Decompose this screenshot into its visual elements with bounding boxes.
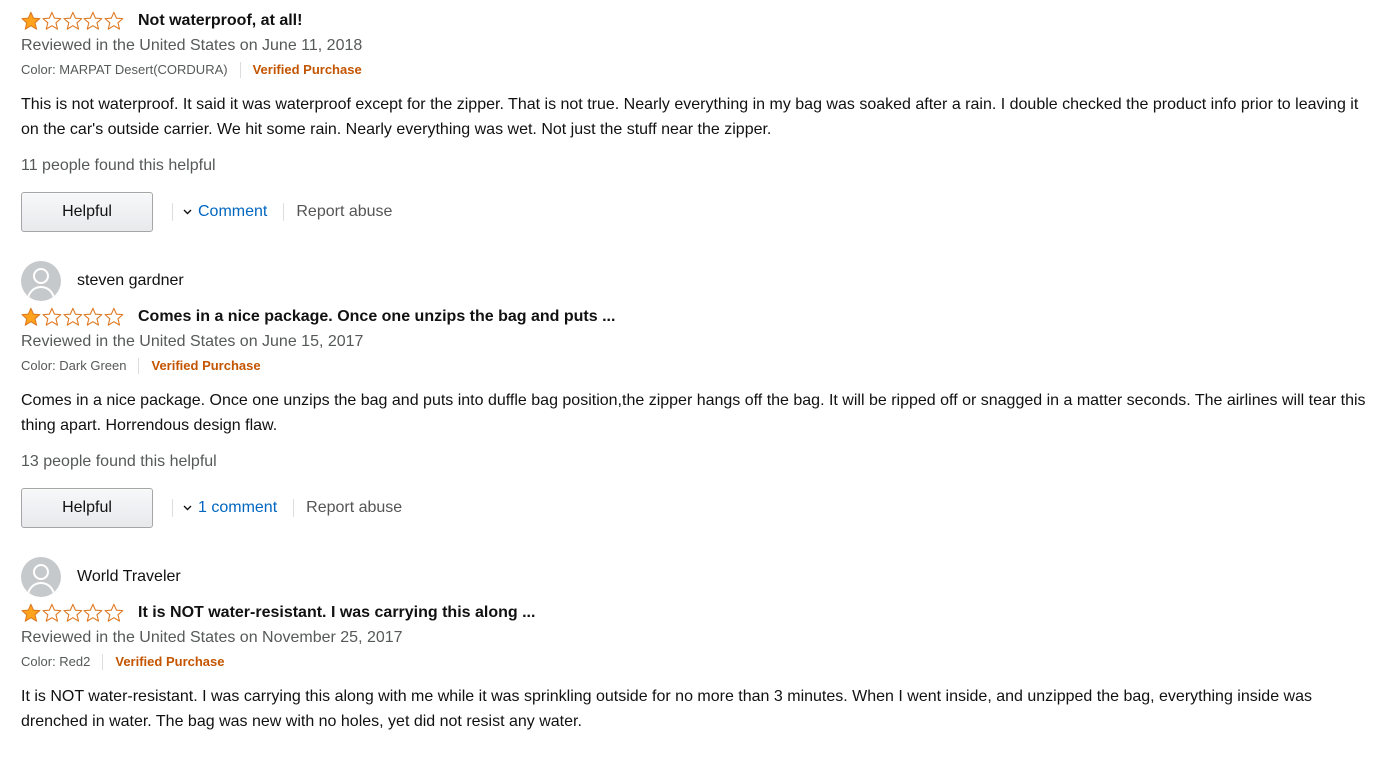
helpful-count: 11 people found this helpful: [21, 157, 216, 174]
review-meta: Color: MARPAT Desert(CORDURA) Verified P…: [21, 61, 1366, 79]
verified-purchase-badge: Verified Purchase: [115, 654, 225, 669]
review-date: Reviewed in the United States on Novembe…: [21, 629, 403, 646]
color-variant-link[interactable]: Color: MARPAT Desert(CORDURA): [21, 61, 228, 79]
star-empty-icon: [63, 11, 82, 30]
review-item: Not waterproof, at all! Reviewed in the …: [21, 0, 1366, 232]
review-item: World Traveler It is NOT water-resistant…: [21, 557, 1366, 734]
star-empty-icon: [83, 11, 103, 30]
review-title-link[interactable]: Comes in a nice package. Once one unzips…: [138, 308, 615, 326]
star-empty-icon: [63, 603, 82, 622]
review-body: This is not waterproof. It said it was w…: [21, 96, 1359, 138]
reviewer-name[interactable]: steven gardner: [77, 272, 184, 290]
helpful-count: 13 people found this helpful: [21, 453, 217, 470]
comment-link-label: 1 comment: [198, 499, 278, 516]
star-rating[interactable]: [21, 603, 125, 623]
review-item: steven gardner Comes in a nice package. …: [21, 261, 1366, 528]
star-rating[interactable]: [21, 11, 125, 31]
action-divider: [172, 499, 173, 517]
color-variant-link[interactable]: Color: Dark Green: [21, 357, 126, 375]
star-filled-icon: [21, 307, 41, 326]
chevron-down-icon: [183, 505, 192, 511]
meta-divider: [102, 654, 104, 670]
star-filled-icon: [21, 11, 41, 30]
star-empty-icon: [104, 307, 124, 326]
review-title-link[interactable]: Not waterproof, at all!: [138, 12, 302, 30]
review-title-row: It is NOT water-resistant. I was carryin…: [21, 601, 1366, 625]
review-title-row: Comes in a nice package. Once one unzips…: [21, 305, 1366, 329]
action-divider: [293, 499, 295, 517]
star-rating[interactable]: [21, 307, 125, 327]
reviewer-profile[interactable]: steven gardner: [21, 261, 1366, 301]
review-date: Reviewed in the United States on June 11…: [21, 37, 363, 54]
review-meta: Color: Red2 Verified Purchase: [21, 653, 1366, 671]
meta-divider: [138, 358, 140, 374]
review-actions: Helpful Comment Report abuse: [21, 192, 1366, 232]
review-actions: Helpful 1 comment Report abuse: [21, 488, 1366, 528]
reviewer-name[interactable]: World Traveler: [77, 568, 181, 586]
star-filled-icon: [21, 603, 41, 622]
report-abuse-link[interactable]: Report abuse: [306, 499, 402, 517]
avatar-icon: [21, 557, 61, 597]
report-abuse-link[interactable]: Report abuse: [296, 203, 392, 221]
star-empty-icon: [83, 307, 103, 326]
review-title-row: Not waterproof, at all!: [21, 9, 1366, 33]
review-date: Reviewed in the United States on June 15…: [21, 333, 364, 350]
avatar-icon: [21, 261, 61, 301]
helpful-button[interactable]: Helpful: [21, 192, 153, 232]
star-empty-icon: [104, 603, 124, 622]
meta-divider: [239, 62, 241, 78]
action-divider: [172, 203, 173, 221]
reviewer-profile[interactable]: World Traveler: [21, 557, 1366, 597]
review-body: Comes in a nice package. Once one unzips…: [21, 392, 1366, 434]
review-meta: Color: Dark Green Verified Purchase: [21, 357, 1366, 375]
helpful-button[interactable]: Helpful: [21, 488, 153, 528]
verified-purchase-badge: Verified Purchase: [252, 62, 362, 77]
star-empty-icon: [83, 603, 103, 622]
comment-link[interactable]: 1 comment: [183, 499, 277, 517]
action-divider: [283, 203, 285, 221]
comment-link[interactable]: Comment: [183, 203, 267, 221]
star-empty-icon: [63, 307, 82, 326]
star-empty-icon: [42, 11, 62, 30]
star-empty-icon: [104, 11, 124, 30]
verified-purchase-badge: Verified Purchase: [151, 358, 261, 373]
color-variant-link[interactable]: Color: Red2: [21, 653, 90, 671]
chevron-down-icon: [183, 209, 192, 215]
comment-link-label: Comment: [198, 203, 268, 220]
review-title-link[interactable]: It is NOT water-resistant. I was carryin…: [138, 604, 535, 622]
star-empty-icon: [42, 603, 62, 622]
reviews-list: Not waterproof, at all! Reviewed in the …: [21, 0, 1366, 734]
review-body: It is NOT water-resistant. I was carryin…: [21, 688, 1312, 730]
star-empty-icon: [42, 307, 62, 326]
